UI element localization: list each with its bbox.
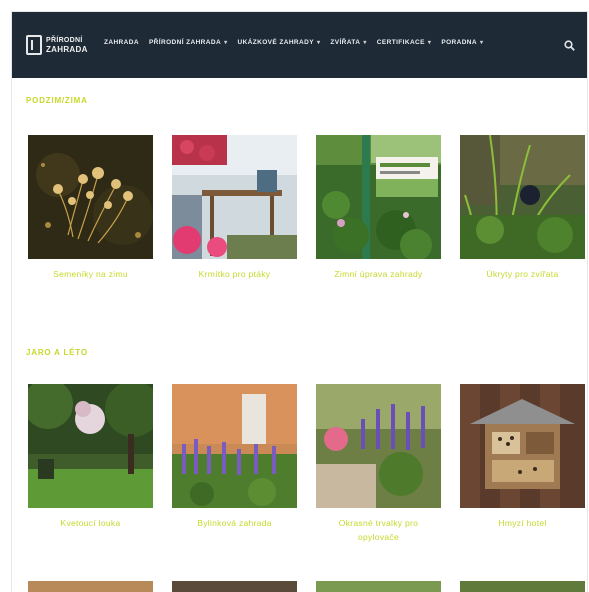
gallery-image-insect-hotel[interactable] bbox=[460, 384, 585, 508]
gallery-image-seedheads[interactable] bbox=[28, 135, 153, 259]
main-menu: ZAHRADA PŘÍRODNÍ ZAHRADA ▾ UKÁZKOVÉ ZAHR… bbox=[104, 39, 483, 46]
menu-item-advice[interactable]: PORADNA ▾ bbox=[441, 39, 483, 46]
gallery-caption[interactable]: Zimní úprava zahrady bbox=[319, 267, 439, 281]
gallery-image-feeder[interactable] bbox=[172, 135, 297, 259]
menu-item-about[interactable]: ZAHRADA bbox=[104, 39, 139, 46]
logo-line-1: PŘÍRODNÍ bbox=[46, 37, 83, 44]
gallery-card[interactable]: Hmyzí hotel bbox=[460, 384, 585, 544]
gallery-caption[interactable]: Semeníky na zimu bbox=[31, 267, 151, 281]
gallery-image-park[interactable] bbox=[28, 384, 153, 508]
top-navigation-bar: PŘÍRODNÍ ZAHRADA ZAHRADA PŘÍRODNÍ ZAHRAD… bbox=[12, 12, 587, 78]
gallery-image-partial[interactable] bbox=[172, 581, 297, 592]
gallery-caption[interactable]: Krmítko pro ptáky bbox=[175, 267, 295, 281]
chevron-down-icon: ▾ bbox=[224, 40, 228, 46]
menu-item-animals[interactable]: ZVÍŘATA ▾ bbox=[330, 39, 366, 46]
chevron-down-icon: ▾ bbox=[316, 40, 321, 46]
gallery-image-salvia[interactable] bbox=[316, 384, 441, 508]
gallery-image-grass[interactable] bbox=[460, 135, 585, 259]
gallery-row-partial bbox=[28, 581, 585, 592]
gallery-card[interactable]: Okrasné trvalky pro opylovače bbox=[316, 384, 441, 544]
page-frame: PŘÍRODNÍ ZAHRADA ZAHRADA PŘÍRODNÍ ZAHRAD… bbox=[12, 12, 587, 592]
gallery-caption[interactable]: Okrasné trvalky pro opylovače bbox=[319, 516, 439, 544]
gallery-card[interactable]: Bylinková zahrada bbox=[172, 384, 297, 544]
chevron-down-icon: ▾ bbox=[427, 40, 432, 46]
gallery-image-book[interactable] bbox=[316, 135, 441, 259]
gallery-image-partial[interactable] bbox=[460, 581, 585, 592]
gallery-caption[interactable]: Bylinková zahrada bbox=[175, 516, 295, 530]
gallery-card[interactable]: Semeníky na zimu bbox=[28, 135, 153, 281]
section-title-autumn-winter: PODZIM/ZIMA bbox=[26, 96, 88, 105]
gallery-card[interactable]: Zimní úprava zahrady bbox=[316, 135, 441, 281]
gallery-row-autumn-winter: Semeníky na zimu Krmítko pro ptáky Zimní… bbox=[28, 135, 585, 281]
gallery-caption[interactable]: Úkryty pro zvířata bbox=[463, 267, 583, 281]
menu-item-certification[interactable]: CERTIFIKACE ▾ bbox=[377, 39, 432, 46]
gallery-card[interactable]: Kvetoucí louka bbox=[28, 384, 153, 544]
gallery-card[interactable]: Krmítko pro ptáky bbox=[172, 135, 297, 281]
gallery-row-spring-summer: Kvetoucí louka Bylinková zahrada Okrasné… bbox=[28, 384, 585, 544]
gallery-caption[interactable]: Hmyzí hotel bbox=[463, 516, 583, 530]
menu-item-nature-garden[interactable]: PŘÍRODNÍ ZAHRADA ▾ bbox=[149, 39, 228, 46]
chevron-down-icon: ▾ bbox=[363, 40, 367, 46]
site-logo[interactable]: PŘÍRODNÍ ZAHRADA bbox=[26, 30, 96, 60]
section-title-spring-summer: JARO A LÉTO bbox=[26, 348, 88, 357]
gallery-image-partial[interactable] bbox=[316, 581, 441, 592]
gallery-image-partial[interactable] bbox=[28, 581, 153, 592]
gallery-card[interactable]: Úkryty pro zvířata bbox=[460, 135, 585, 281]
gallery-caption[interactable]: Kvetoucí louka bbox=[31, 516, 151, 530]
chevron-down-icon: ▾ bbox=[480, 40, 484, 46]
menu-item-showcase-gardens[interactable]: UKÁZKOVÉ ZAHRADY ▾ bbox=[237, 39, 320, 46]
search-icon[interactable] bbox=[564, 38, 575, 51]
logo-mark-icon bbox=[26, 35, 42, 55]
logo-line-2: ZAHRADA bbox=[46, 45, 88, 54]
gallery-image-lavender[interactable] bbox=[172, 384, 297, 508]
